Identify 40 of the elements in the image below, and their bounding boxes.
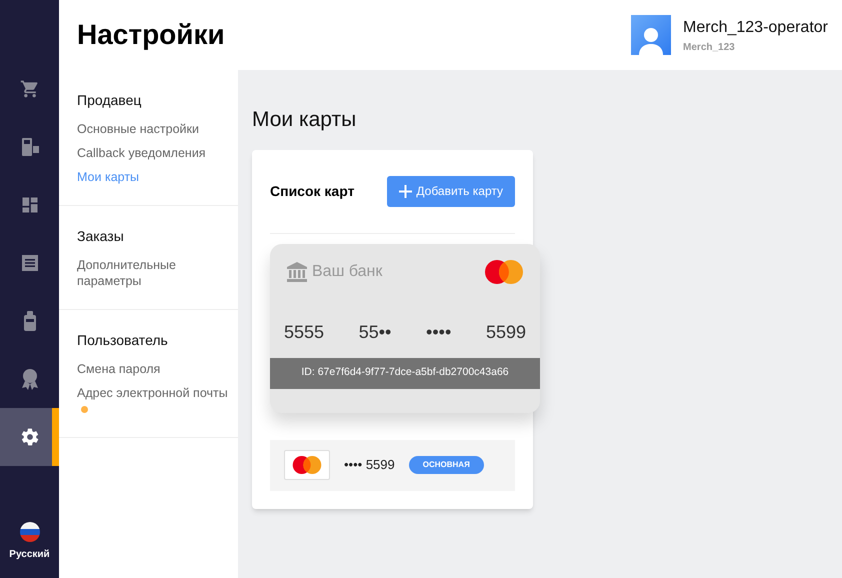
menu-section-title: Заказы	[77, 227, 124, 246]
menu-link[interactable]: Адрес электронной почты	[77, 385, 232, 417]
page-header-title: Настройки	[77, 18, 225, 52]
merchant-name: Merch_123	[683, 40, 736, 54]
award-icon	[20, 368, 40, 390]
card-number-group: 5599	[486, 318, 526, 346]
nav-button[interactable]	[0, 408, 59, 466]
bank-name: Ваш банк	[312, 262, 382, 282]
russian-flag-icon	[20, 522, 40, 542]
card-number-group: 5555	[284, 318, 324, 346]
menu-section-title: Продавец	[77, 91, 142, 110]
card-number-group: ••••	[426, 318, 452, 346]
panel-title: Список карт	[270, 182, 354, 201]
menu-link[interactable]: Callback уведомления	[77, 145, 206, 161]
card-number-group: 55••	[358, 318, 392, 346]
person-icon	[638, 25, 664, 55]
card-reader-icon	[22, 311, 38, 331]
settings-icon	[20, 427, 40, 447]
plus-icon	[399, 184, 412, 198]
mastercard-logo-icon	[484, 258, 524, 284]
menu-link[interactable]: Смена пароля	[77, 361, 160, 377]
card-id-bar: ID: 67e7f6d4-9f77-7dce-a5bf-db2700c43a66	[270, 358, 540, 388]
user-name: Merch_123-operator	[683, 18, 828, 38]
cart-icon	[20, 79, 40, 99]
language-button[interactable]: Русский	[0, 522, 59, 578]
menu-section-title: Пользователь	[77, 331, 168, 350]
active-indicator	[52, 408, 59, 466]
menu-link[interactable]: Дополнительные параметры	[77, 257, 232, 289]
menu-link[interactable]: Мои карты	[77, 169, 140, 185]
mastercard-logo-icon	[292, 455, 322, 475]
menu-link[interactable]: Основные настройки	[77, 121, 199, 137]
dashboard-icon	[20, 195, 40, 215]
bank-icon	[286, 260, 308, 282]
add-card-button[interactable]: Добавить карту	[387, 176, 515, 206]
card-list-item[interactable]: •••• 5599 ОСНОВНАЯ	[270, 440, 515, 490]
receipt-icon	[20, 253, 40, 273]
masked-card-number: •••• 5599	[344, 456, 395, 474]
primary-badge: ОСНОВНАЯ	[408, 456, 484, 474]
terminal-icon	[20, 137, 40, 157]
section-heading: Мои карты	[252, 107, 358, 133]
